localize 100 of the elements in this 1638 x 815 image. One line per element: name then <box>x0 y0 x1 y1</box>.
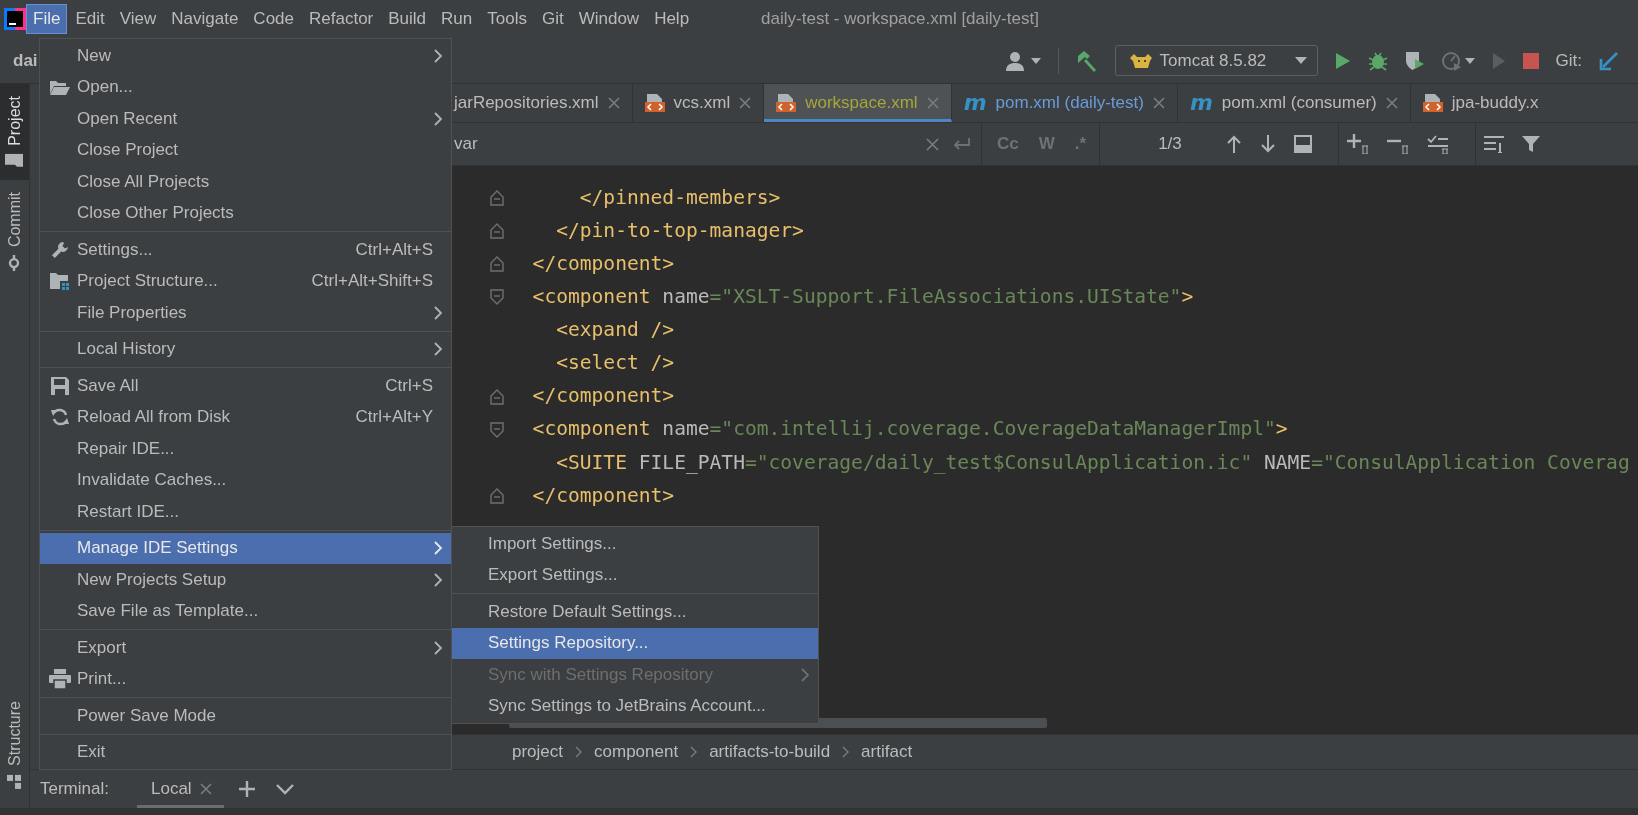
menu-item[interactable]: Refactor <box>302 4 381 34</box>
fold-icon[interactable] <box>490 487 504 504</box>
menu-item[interactable]: Export <box>40 632 451 664</box>
fold-icon[interactable] <box>490 421 504 438</box>
fold-icon[interactable] <box>490 190 504 206</box>
breadcrumb-item[interactable]: component <box>594 742 679 762</box>
folder-icon <box>49 79 70 95</box>
wrench-icon <box>50 240 69 259</box>
menu-item[interactable]: Close Project <box>40 134 451 166</box>
window-title: daily-test - workspace.xml [daily-test] <box>761 9 1039 29</box>
project-name[interactable]: dai <box>13 50 38 71</box>
tool-window-tab[interactable]: Commit <box>0 179 29 283</box>
menu-item[interactable]: File Properties <box>40 297 451 329</box>
filter-icon[interactable] <box>1521 135 1540 153</box>
close-icon[interactable] <box>926 137 939 151</box>
breadcrumb-item[interactable]: artifact <box>861 742 913 762</box>
play-icon[interactable] <box>1491 51 1506 70</box>
menu-item[interactable]: Restore Default Settings... <box>452 596 818 628</box>
checklist-icon[interactable] <box>1426 134 1449 154</box>
maven-icon: m <box>1189 92 1213 114</box>
folder-icon <box>5 153 24 168</box>
app-logo[interactable] <box>4 8 26 30</box>
menu-item[interactable]: Project Structure... Ctrl+Alt+Shift+S <box>40 265 451 297</box>
menu-item[interactable]: Export Settings... <box>452 559 818 591</box>
menu-item[interactable]: Settings Repository... <box>452 627 818 659</box>
menu-item[interactable]: Exit <box>40 736 451 768</box>
menu-item[interactable]: Repair IDE... <box>40 433 451 465</box>
menu-item[interactable]: Git <box>534 4 571 34</box>
menu-item[interactable]: Settings... Ctrl+Alt+S <box>40 234 451 266</box>
cat-icon <box>1129 53 1152 68</box>
plus-icon[interactable] <box>237 780 256 798</box>
code-line: <expand /> <box>555 320 675 340</box>
editor-tab[interactable]: jpa-buddy.x <box>1410 84 1551 122</box>
search-field[interactable]: var <box>454 134 912 154</box>
fold-icon[interactable] <box>490 289 504 306</box>
plus-icon[interactable] <box>1346 134 1369 154</box>
editor-tab[interactable]: workspace.xml <box>764 84 952 122</box>
menu-item[interactable]: Import Settings... <box>452 528 818 560</box>
menu-item[interactable]: Reload All from Disk Ctrl+Alt+Y <box>40 401 451 433</box>
menu-item[interactable]: Save File as Template... <box>40 595 451 627</box>
close-icon[interactable] <box>607 97 620 109</box>
caret-icon[interactable] <box>1030 57 1041 64</box>
menu-item[interactable]: Window <box>571 4 647 34</box>
newline-icon[interactable] <box>953 136 971 152</box>
run-config-dropdown[interactable]: Tomcat 8.5.82 <box>1114 45 1318 76</box>
close-icon[interactable] <box>1385 97 1398 109</box>
fold-icon[interactable] <box>490 223 504 240</box>
arrow-down-icon[interactable] <box>1259 135 1276 153</box>
stop-icon[interactable] <box>1522 52 1539 69</box>
lines-icon[interactable] <box>1483 135 1504 153</box>
arrow-icon[interactable] <box>1599 50 1619 71</box>
menu-item[interactable]: Save All Ctrl+S <box>40 370 451 402</box>
close-icon[interactable] <box>199 783 212 795</box>
fold-icon[interactable] <box>490 388 504 405</box>
bug-icon[interactable] <box>1367 50 1388 71</box>
xml-file-icon <box>1422 94 1443 112</box>
menu-item[interactable]: View <box>112 4 164 34</box>
menu-item[interactable]: Close All Projects <box>40 166 451 198</box>
menu-item[interactable]: Edit <box>68 4 112 34</box>
menu-item[interactable]: Code <box>246 4 301 34</box>
menu-item[interactable]: Navigate <box>164 4 246 34</box>
menu-item[interactable]: Help <box>647 4 697 34</box>
git-label: Git: <box>1555 50 1582 71</box>
shield-icon[interactable] <box>1404 50 1425 71</box>
close-icon[interactable] <box>926 97 939 109</box>
tool-window-tab[interactable]: Project <box>0 84 29 180</box>
editor-tab[interactable]: m pom.xml (daily-test) <box>951 84 1178 122</box>
fold-icon[interactable] <box>490 256 504 273</box>
breadcrumb-item[interactable]: project <box>512 742 564 762</box>
menu-item[interactable]: New Projects Setup <box>40 564 451 596</box>
menu-item[interactable]: File <box>26 4 68 34</box>
editor-tab[interactable]: vcs.xml <box>632 84 765 122</box>
hammer-icon[interactable] <box>1075 49 1098 72</box>
tool-window-tab[interactable]: Structure <box>0 689 29 802</box>
code-line: <select /> <box>555 353 675 373</box>
arrow-up-icon[interactable] <box>1225 135 1242 153</box>
caret-icon[interactable] <box>1464 57 1475 64</box>
close-icon[interactable] <box>1152 97 1165 109</box>
menu-item[interactable]: Close Other Projects <box>40 197 451 229</box>
menu-item[interactable]: Run <box>434 4 480 34</box>
code-line: </component> <box>531 386 675 406</box>
menu-item[interactable]: Tools <box>480 4 534 34</box>
square-icon[interactable] <box>1293 135 1312 153</box>
breadcrumb-item[interactable]: artifacts-to-build <box>709 742 831 762</box>
menu-item[interactable]: Manage IDE Settings <box>40 532 451 564</box>
menu-item[interactable]: Print... <box>40 663 451 695</box>
chevron-down-icon[interactable] <box>275 783 294 795</box>
menu-item[interactable]: Restart IDE... <box>40 496 451 528</box>
gauge-icon[interactable] <box>1441 50 1462 71</box>
menu-item[interactable]: New <box>40 40 451 72</box>
menu-item[interactable]: Build <box>381 4 434 34</box>
code-line: </pin-to-top-manager> <box>555 220 804 241</box>
menu-item[interactable]: Invalidate Caches... <box>40 464 451 496</box>
editor-tab[interactable]: m pom.xml (consumer) <box>1177 84 1411 122</box>
run-icon[interactable] <box>1334 51 1351 70</box>
close-icon[interactable] <box>739 97 752 109</box>
menu-item[interactable]: Sync Settings to JetBrains Account... <box>452 690 818 722</box>
menu-item[interactable]: Local History <box>40 333 451 365</box>
menu-item[interactable]: Power Save Mode <box>40 700 451 732</box>
save-icon <box>50 376 69 395</box>
